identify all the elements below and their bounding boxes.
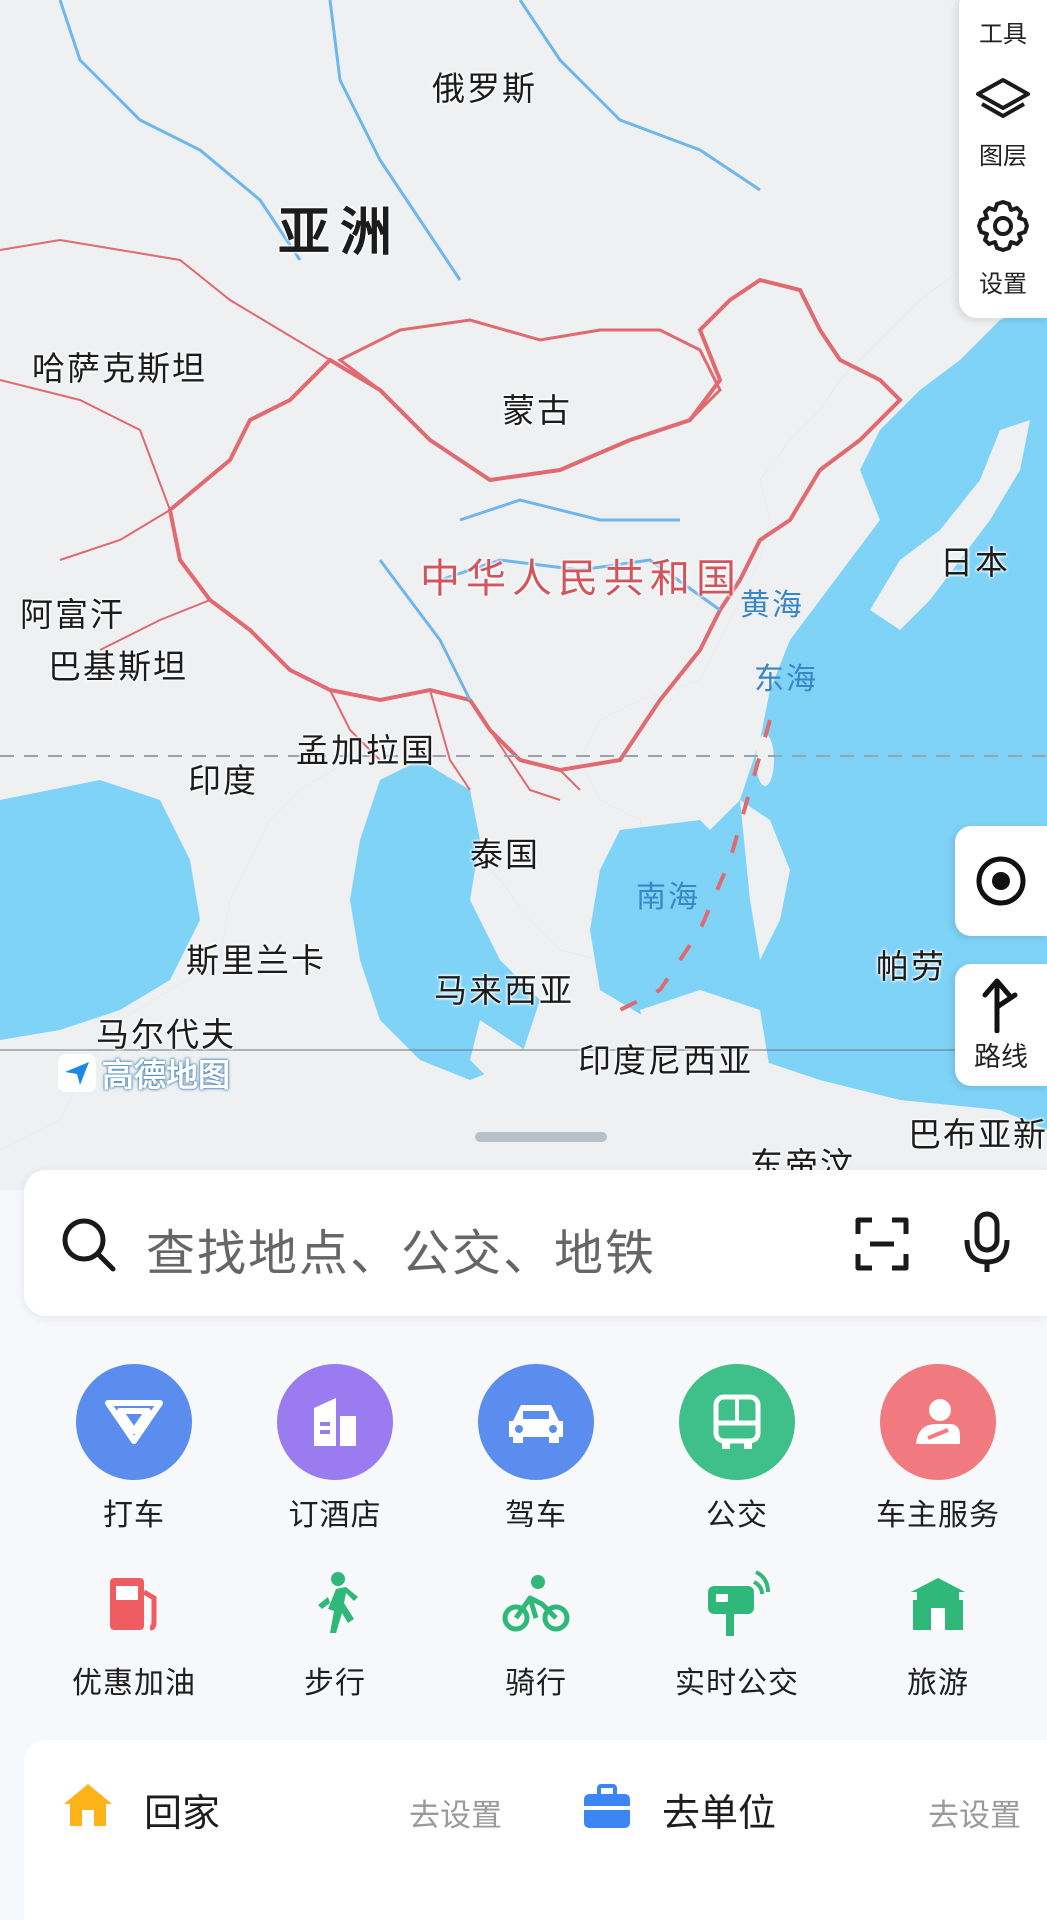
service-realtime-bus[interactable]: 实时公交 [637, 1564, 837, 1702]
map-label-china: 中华人民共和国 [420, 556, 742, 602]
fuel-icon [34, 1564, 234, 1644]
search-bar[interactable]: 查找地点、公交、地铁 [24, 1170, 1047, 1316]
tools-button[interactable]: 工具 [959, 12, 1047, 49]
service-walk-label: 步行 [304, 1666, 366, 1701]
service-travel[interactable]: 旅游 [838, 1564, 1038, 1702]
service-taxi[interactable]: 打车 [34, 1364, 234, 1534]
service-car-owner[interactable]: 车主服务 [838, 1364, 1038, 1534]
settings-label: 设置 [979, 270, 1027, 298]
service-bike-label: 骑行 [505, 1666, 567, 1701]
hotel-icon [277, 1364, 393, 1480]
map-label-maldives: 马尔代夫 [96, 1015, 236, 1054]
home-label[interactable]: 回家 [144, 1782, 220, 1837]
map-label-india: 印度 [188, 761, 258, 800]
map-label-kazakhstan: 哈萨克斯坦 [32, 349, 207, 388]
layers-button[interactable]: 图层 [959, 76, 1047, 171]
route-icon [982, 978, 1018, 1033]
map-label-bangladesh: 孟加拉国 [296, 731, 436, 770]
amap-logo-text: 高德地图 [102, 1056, 231, 1094]
service-hotel-label: 订酒店 [288, 1498, 382, 1533]
service-car-owner-label: 车主服务 [876, 1498, 1000, 1533]
service-bus[interactable]: 公交 [637, 1364, 837, 1534]
service-bike[interactable]: 骑行 [436, 1564, 636, 1702]
car-icon [478, 1364, 594, 1480]
scan-icon[interactable] [854, 1216, 910, 1272]
home-set-link[interactable]: 去设置 [409, 1790, 502, 1835]
sri-lanka-island [251, 978, 279, 1022]
locate-icon [976, 856, 1026, 906]
map-view[interactable]: 俄罗斯 亚洲 哈萨克斯坦 蒙古 中华人民共和国 日本 黄海 东海 阿富汗 巴基斯… [0, 0, 1047, 1190]
service-walk[interactable]: 步行 [235, 1564, 435, 1702]
service-drive[interactable]: 驾车 [436, 1364, 636, 1534]
amap-logo: 高德地图 [58, 1050, 230, 1096]
map-label-indonesia: 印度尼西亚 [578, 1041, 753, 1080]
walk-icon [235, 1564, 435, 1644]
search-input[interactable]: 查找地点、公交、地铁 [146, 1214, 656, 1285]
map-label-south-sea: 南海 [636, 880, 700, 915]
bike-icon [436, 1564, 636, 1644]
service-fuel[interactable]: 优惠加油 [34, 1564, 234, 1702]
service-travel-label: 旅游 [907, 1666, 969, 1701]
search-icon [62, 1218, 116, 1272]
service-bus-label: 公交 [706, 1498, 768, 1533]
shortcut-card: 回家 去设置 去单位 去设置 [24, 1740, 1047, 1920]
map-tool-panel: 工具 图层 设置 [959, 0, 1047, 318]
service-taxi-label: 打车 [103, 1498, 165, 1533]
service-realtime-bus-label: 实时公交 [675, 1666, 799, 1701]
map-label-east-sea: 东海 [754, 662, 818, 697]
realtime-bus-icon [637, 1564, 837, 1644]
map-label-asia: 亚洲 [278, 203, 403, 263]
home-icon [64, 1784, 112, 1826]
route-label: 路线 [974, 1041, 1028, 1073]
route-button[interactable]: 路线 [955, 964, 1047, 1086]
briefcase-icon [584, 1784, 630, 1828]
philippines-island [740, 800, 790, 960]
taxi-icon [76, 1364, 192, 1480]
map-label-afghanistan: 阿富汗 [20, 595, 125, 634]
map-label-sri-lanka: 斯里兰卡 [186, 941, 326, 980]
map-label-papua: 巴布亚新 [908, 1115, 1047, 1154]
service-drive-label: 驾车 [505, 1498, 567, 1533]
map-label-pakistan: 巴基斯坦 [48, 647, 188, 686]
work-label[interactable]: 去单位 [662, 1782, 776, 1837]
travel-icon [838, 1564, 1038, 1644]
map-label-malaysia: 马来西亚 [434, 971, 574, 1010]
map-label-japan: 日本 [940, 543, 1010, 582]
bus-icon [679, 1364, 795, 1480]
tools-label: 工具 [979, 20, 1027, 48]
locate-button[interactable] [955, 826, 1047, 936]
map-label-thailand: 泰国 [470, 835, 540, 874]
map-label-mongolia: 蒙古 [502, 391, 572, 430]
service-hotel[interactable]: 订酒店 [235, 1364, 435, 1534]
drag-handle[interactable] [475, 1132, 607, 1142]
south-china-sea [590, 820, 740, 1020]
settings-button[interactable]: 设置 [959, 196, 1047, 299]
map-label-palau: 帕劳 [876, 947, 946, 986]
map-label-yellow-sea: 黄海 [740, 588, 804, 623]
car-owner-icon [880, 1364, 996, 1480]
layers-label: 图层 [979, 142, 1027, 170]
amap-logo-icon [58, 1054, 96, 1092]
map-label-russia: 俄罗斯 [432, 69, 537, 108]
work-set-link[interactable]: 去设置 [928, 1790, 1021, 1835]
gear-icon [977, 200, 1029, 252]
layers-icon [976, 78, 1030, 118]
service-fuel-label: 优惠加油 [72, 1666, 196, 1701]
microphone-icon[interactable] [962, 1210, 1012, 1276]
japan-island [870, 420, 1030, 630]
